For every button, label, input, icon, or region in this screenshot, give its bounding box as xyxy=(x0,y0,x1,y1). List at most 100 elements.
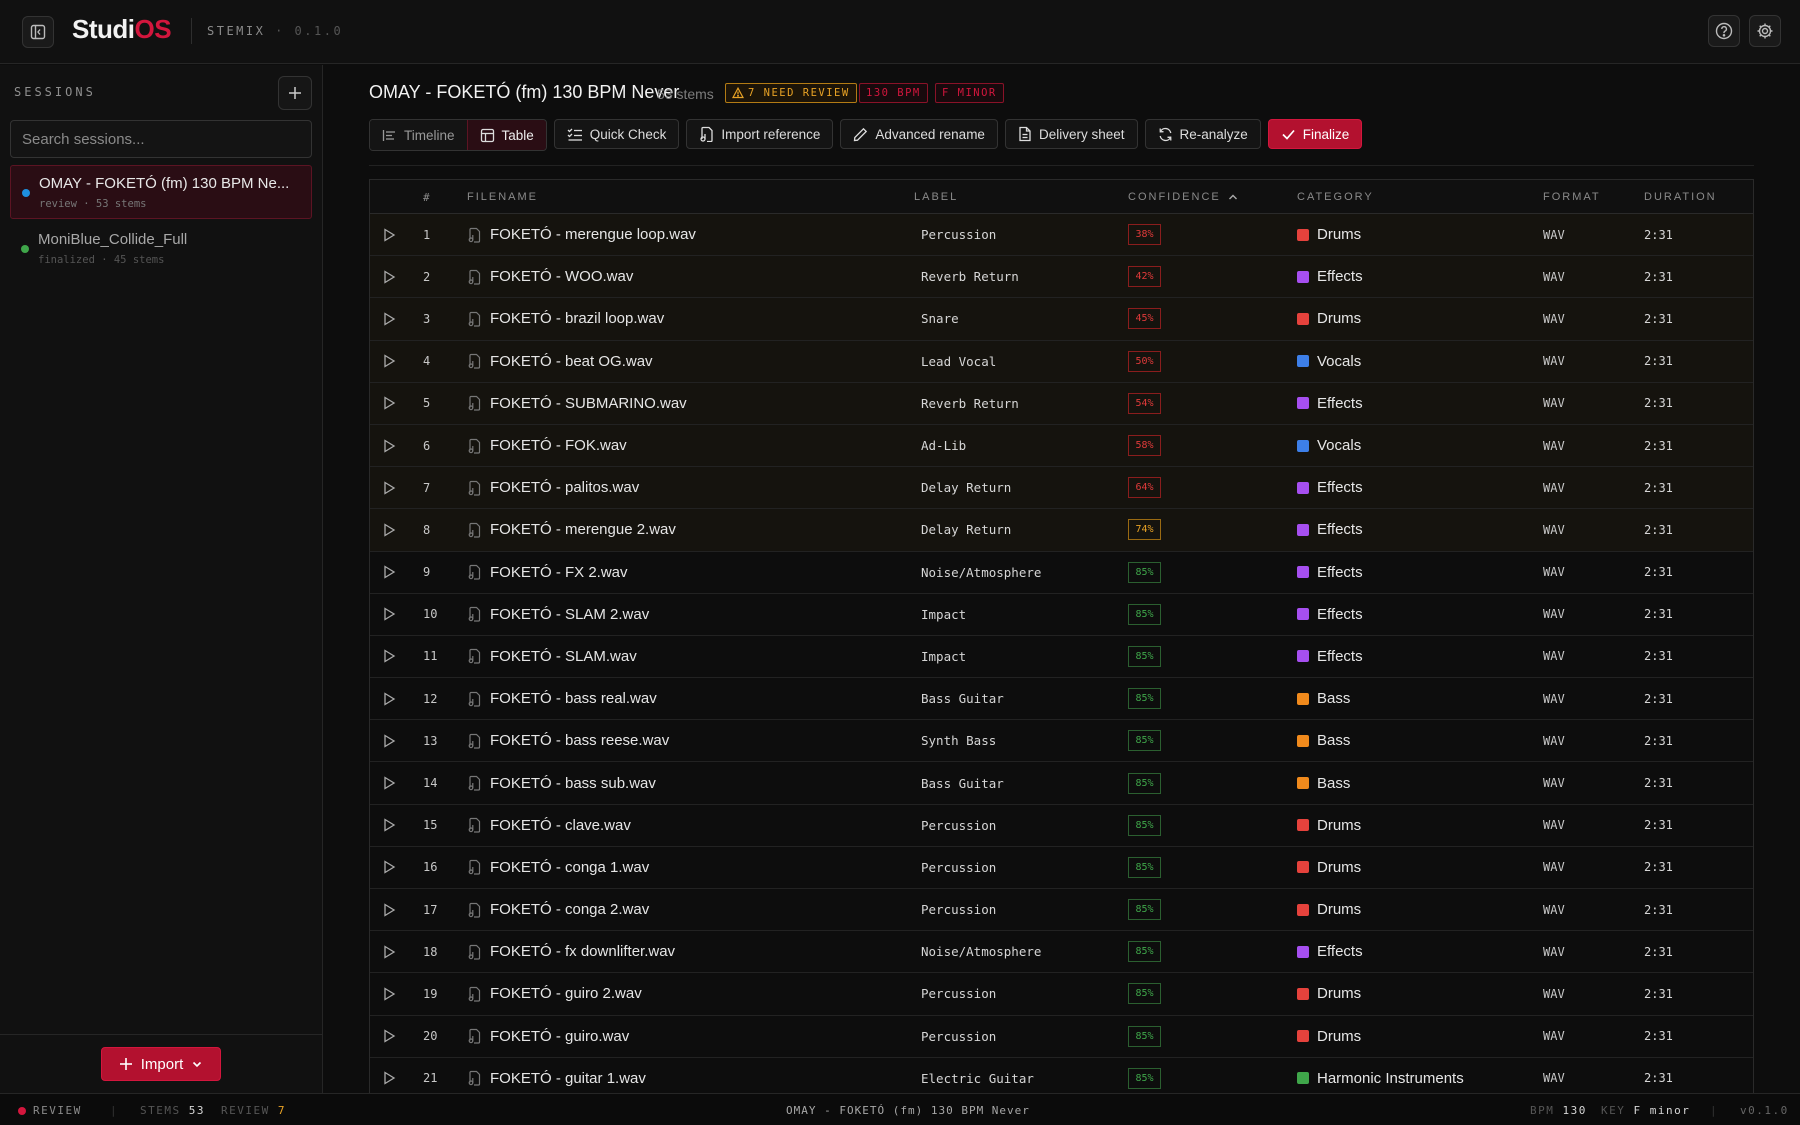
col-label[interactable]: LABEL xyxy=(914,191,958,203)
table-row[interactable]: 14 FOKETÓ - bass sub.wav Bass Guitar 85%… xyxy=(370,762,1753,805)
label-cell[interactable]: Reverb Return xyxy=(921,383,1019,424)
table-row[interactable]: 11 FOKETÓ - SLAM.wav Impact 85% Effects … xyxy=(370,636,1753,679)
table-row[interactable]: 15 FOKETÓ - clave.wav Percussion 85% Dru… xyxy=(370,805,1753,847)
category-cell[interactable]: Effects xyxy=(1297,256,1363,297)
table-row[interactable]: 20 FOKETÓ - guiro.wav Percussion 85% Dru… xyxy=(370,1016,1753,1058)
label-cell[interactable]: Noise/Atmosphere xyxy=(921,552,1041,593)
play-button[interactable] xyxy=(382,973,398,1014)
search-sessions-input[interactable] xyxy=(10,120,312,158)
play-button[interactable] xyxy=(382,552,398,593)
col-duration[interactable]: DURATION xyxy=(1644,191,1717,203)
quick-check-button[interactable]: Quick Check xyxy=(553,119,680,149)
label-cell[interactable]: Electric Guitar xyxy=(921,1058,1034,1093)
label-cell[interactable]: Delay Return xyxy=(921,467,1011,508)
label-cell[interactable]: Impact xyxy=(921,636,966,677)
table-row[interactable]: 16 FOKETÓ - conga 1.wav Percussion 85% D… xyxy=(370,847,1753,889)
category-cell[interactable]: Effects xyxy=(1297,383,1363,424)
import-reference-button[interactable]: Import reference xyxy=(686,119,834,149)
col-filename[interactable]: FILENAME xyxy=(467,191,538,203)
table-row[interactable]: 9 FOKETÓ - FX 2.wav Noise/Atmosphere 85%… xyxy=(370,552,1753,594)
play-button[interactable] xyxy=(382,341,398,382)
category-cell[interactable]: Drums xyxy=(1297,298,1361,339)
import-button[interactable]: Import xyxy=(101,1047,221,1081)
play-button[interactable] xyxy=(382,1058,398,1093)
table-row[interactable]: 13 FOKETÓ - bass reese.wav Synth Bass 85… xyxy=(370,720,1753,763)
category-cell[interactable]: Drums xyxy=(1297,1016,1361,1057)
col-confidence[interactable]: CONFIDENCE xyxy=(1128,191,1238,203)
table-row[interactable]: 4 FOKETÓ - beat OG.wav Lead Vocal 50% Vo… xyxy=(370,340,1753,383)
play-button[interactable] xyxy=(382,636,398,677)
play-button[interactable] xyxy=(382,847,398,888)
label-cell[interactable]: Snare xyxy=(921,298,959,339)
play-button[interactable] xyxy=(382,889,398,930)
help-button[interactable] xyxy=(1708,15,1740,47)
label-cell[interactable]: Percussion xyxy=(921,889,996,930)
label-cell[interactable]: Percussion xyxy=(921,1016,996,1057)
play-button[interactable] xyxy=(382,678,398,719)
add-session-button[interactable] xyxy=(278,76,312,110)
table-row[interactable]: 7 FOKETÓ - palitos.wav Delay Return 64% … xyxy=(370,467,1753,510)
advanced-rename-button[interactable]: Advanced rename xyxy=(840,119,998,149)
category-cell[interactable]: Effects xyxy=(1297,594,1363,635)
sidebar-toggle-button[interactable] xyxy=(22,16,54,48)
category-cell[interactable]: Effects xyxy=(1297,509,1363,550)
label-cell[interactable]: Bass Guitar xyxy=(921,678,1004,719)
table-row[interactable]: 10 FOKETÓ - SLAM 2.wav Impact 85% Effect… xyxy=(370,594,1753,636)
finalize-button[interactable]: Finalize xyxy=(1267,119,1363,149)
category-cell[interactable]: Bass xyxy=(1297,678,1350,719)
label-cell[interactable]: Bass Guitar xyxy=(921,762,1004,803)
category-cell[interactable]: Drums xyxy=(1297,847,1361,888)
play-button[interactable] xyxy=(382,1016,398,1057)
label-cell[interactable]: Percussion xyxy=(921,847,996,888)
play-button[interactable] xyxy=(382,298,398,339)
label-cell[interactable]: Ad-Lib xyxy=(921,425,966,466)
label-cell[interactable]: Synth Bass xyxy=(921,720,996,761)
table-row[interactable]: 17 FOKETÓ - conga 2.wav Percussion 85% D… xyxy=(370,889,1753,932)
category-cell[interactable]: Drums xyxy=(1297,973,1361,1014)
label-cell[interactable]: Reverb Return xyxy=(921,256,1019,297)
label-cell[interactable]: Delay Return xyxy=(921,509,1011,550)
table-row[interactable]: 5 FOKETÓ - SUBMARINO.wav Reverb Return 5… xyxy=(370,382,1753,425)
play-button[interactable] xyxy=(382,425,398,466)
category-cell[interactable]: Vocals xyxy=(1297,341,1361,382)
play-button[interactable] xyxy=(382,805,398,846)
label-cell[interactable]: Lead Vocal xyxy=(921,341,996,382)
play-button[interactable] xyxy=(382,720,398,761)
table-row[interactable]: 6 FOKETÓ - FOK.wav Ad-Lib 58% Vocals WAV… xyxy=(370,424,1753,468)
category-cell[interactable]: Drums xyxy=(1297,889,1361,930)
label-cell[interactable]: Percussion xyxy=(921,973,996,1014)
table-row[interactable]: 1 FOKETÓ - merengue loop.wav Percussion … xyxy=(370,214,1753,257)
play-button[interactable] xyxy=(382,594,398,635)
category-cell[interactable]: Drums xyxy=(1297,214,1361,255)
table-row[interactable]: 18 FOKETÓ - fx downlifter.wav Noise/Atmo… xyxy=(370,931,1753,974)
label-cell[interactable]: Impact xyxy=(921,594,966,635)
col-format[interactable]: FORMAT xyxy=(1543,191,1601,203)
settings-button[interactable] xyxy=(1749,15,1781,47)
table-row[interactable]: 3 FOKETÓ - brazil loop.wav Snare 45% Dru… xyxy=(370,298,1753,341)
category-cell[interactable]: Effects xyxy=(1297,636,1363,677)
label-cell[interactable]: Noise/Atmosphere xyxy=(921,931,1041,972)
table-row[interactable]: 2 FOKETÓ - WOO.wav Reverb Return 42% Eff… xyxy=(370,256,1753,299)
table-row[interactable]: 12 FOKETÓ - bass real.wav Bass Guitar 85… xyxy=(370,678,1753,721)
col-num[interactable]: # xyxy=(423,191,432,204)
label-cell[interactable]: Percussion xyxy=(921,805,996,846)
category-cell[interactable]: Effects xyxy=(1297,931,1363,972)
reanalyze-button[interactable]: Re-analyze xyxy=(1144,119,1261,149)
table-row[interactable]: 8 FOKETÓ - merengue 2.wav Delay Return 7… xyxy=(370,509,1753,552)
play-button[interactable] xyxy=(382,467,398,508)
category-cell[interactable]: Vocals xyxy=(1297,425,1361,466)
play-button[interactable] xyxy=(382,509,398,550)
category-cell[interactable]: Bass xyxy=(1297,762,1350,803)
tab-timeline[interactable]: Timeline xyxy=(370,120,467,150)
tab-table[interactable]: Table xyxy=(466,120,546,150)
category-cell[interactable]: Drums xyxy=(1297,805,1361,846)
delivery-sheet-button[interactable]: Delivery sheet xyxy=(1004,119,1138,149)
play-button[interactable] xyxy=(382,383,398,424)
category-cell[interactable]: Effects xyxy=(1297,467,1363,508)
table-row[interactable]: 19 FOKETÓ - guiro 2.wav Percussion 85% D… xyxy=(370,973,1753,1016)
col-category[interactable]: CATEGORY xyxy=(1297,191,1374,203)
play-button[interactable] xyxy=(382,931,398,972)
table-row[interactable]: 21 FOKETÓ - guitar 1.wav Electric Guitar… xyxy=(370,1058,1753,1093)
session-item-moniblue[interactable]: MoniBlue_Collide_Full finalized · 45 ste… xyxy=(10,222,312,276)
play-button[interactable] xyxy=(382,256,398,297)
